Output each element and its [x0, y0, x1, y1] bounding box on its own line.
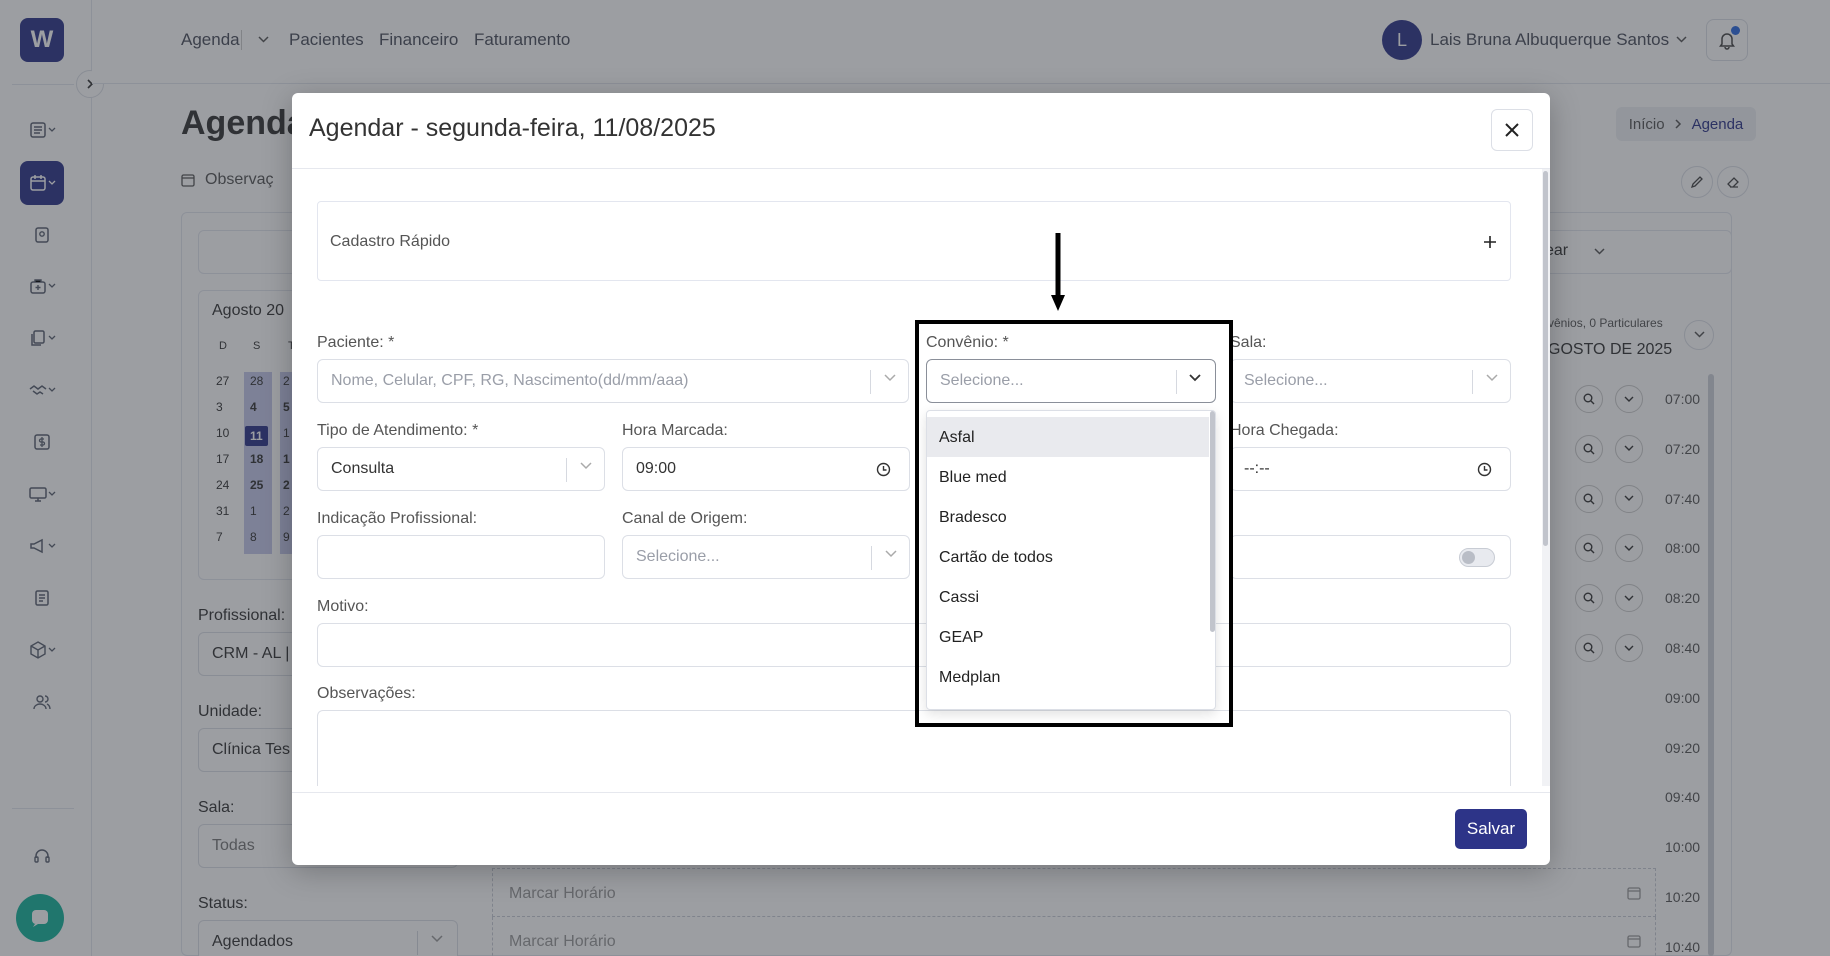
paciente-label: Paciente: *: [317, 334, 395, 351]
hora-marcada-value: 09:00: [636, 460, 677, 477]
motivo-input[interactable]: [317, 623, 1511, 667]
canal-origem-placeholder: Selecione...: [636, 548, 720, 565]
toggle-switch[interactable]: [1459, 548, 1495, 567]
save-label: Salvar: [1466, 819, 1516, 838]
hora-marcada-input[interactable]: 09:00: [622, 447, 910, 491]
observacoes-textarea[interactable]: [317, 710, 1511, 786]
observacoes-label: Observações:: [317, 685, 416, 702]
sala-select[interactable]: Selecione...: [1230, 359, 1511, 403]
canal-origem-label: Canal de Origem:: [622, 510, 748, 527]
chevron-down-icon: [884, 374, 896, 382]
paciente-select[interactable]: Nome, Celular, CPF, RG, Nascimento(dd/mm…: [317, 359, 909, 403]
cadastro-rapido-panel[interactable]: Cadastro Rápido: [317, 201, 1511, 281]
highlight-box: [915, 320, 1233, 727]
chevron-down-icon: [1486, 374, 1498, 382]
indicacao-label: Indicação Profissional:: [317, 510, 478, 527]
cadastro-rapido-label: Cadastro Rápido: [330, 233, 451, 250]
agendar-modal: Agendar - segunda-feira, 11/08/2025 Cada…: [292, 93, 1550, 865]
modal-scrollbar[interactable]: [1543, 171, 1548, 546]
hora-chegada-value: --:--: [1244, 460, 1270, 477]
close-button[interactable]: [1491, 109, 1533, 151]
hora-marcada-label: Hora Marcada:: [622, 422, 728, 439]
sala-placeholder: Selecione...: [1244, 372, 1328, 389]
plus-icon[interactable]: [1484, 236, 1496, 248]
sala-label: Sala:: [1230, 334, 1267, 351]
toggle-field: [1230, 535, 1511, 579]
arrow-down-icon: [1051, 233, 1065, 311]
indicacao-input[interactable]: [317, 535, 605, 579]
clock-icon[interactable]: [1477, 462, 1492, 477]
modal-title: Agendar - segunda-feira, 11/08/2025: [309, 114, 716, 142]
tipo-atendimento-value: Consulta: [331, 460, 395, 477]
save-button[interactable]: Salvar: [1455, 809, 1527, 849]
clock-icon[interactable]: [876, 462, 891, 477]
close-icon: [1505, 123, 1519, 137]
tipo-atendimento-label: Tipo de Atendimento: *: [317, 422, 479, 439]
motivo-label: Motivo:: [317, 598, 369, 615]
chevron-down-icon: [885, 550, 897, 558]
chevron-down-icon: [580, 462, 592, 470]
hora-chegada-input[interactable]: --:--: [1230, 447, 1511, 491]
hora-chegada-label: Hora Chegada:: [1230, 422, 1339, 439]
canal-origem-select[interactable]: Selecione...: [622, 535, 910, 579]
tipo-atendimento-select[interactable]: Consulta: [317, 447, 605, 491]
paciente-placeholder: Nome, Celular, CPF, RG, Nascimento(dd/mm…: [331, 372, 689, 389]
